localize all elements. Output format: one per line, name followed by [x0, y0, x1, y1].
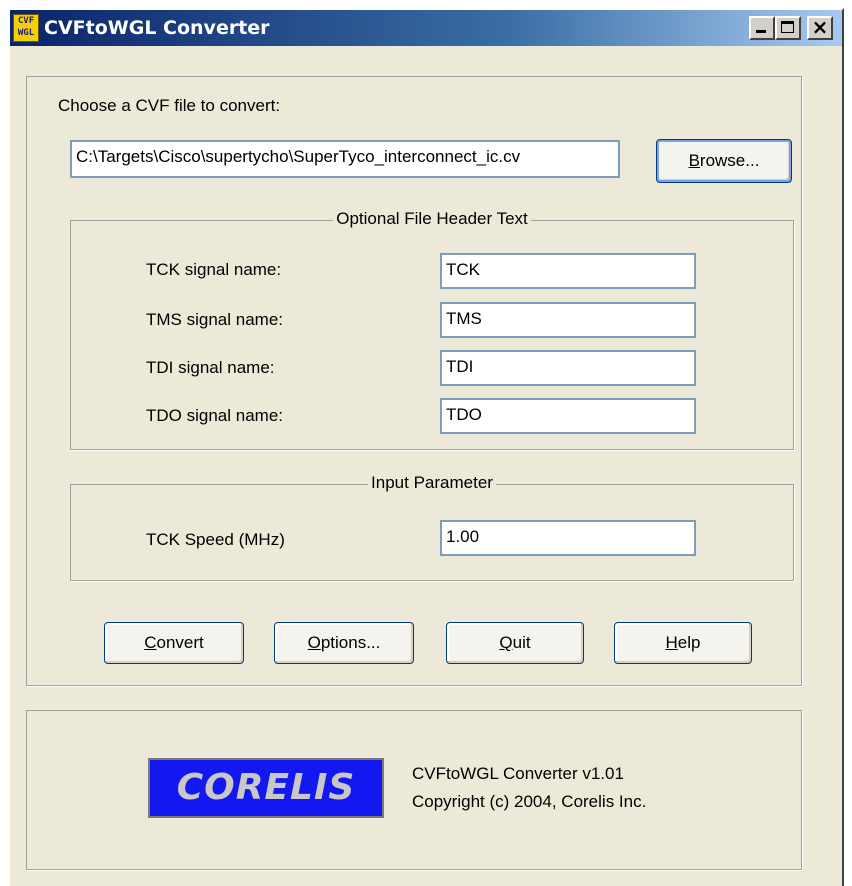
tck-speed-input[interactable]: 1.00 — [440, 520, 696, 556]
help-label: elp — [677, 633, 701, 652]
help-accel: H — [665, 633, 678, 652]
title-bar[interactable]: CVF WGL CVFtoWGL Converter × — [10, 10, 842, 46]
maximize-icon — [781, 21, 794, 33]
minimize-icon — [756, 30, 766, 33]
browse-button[interactable]: Browse... — [656, 139, 792, 183]
corelis-logo: CORELIS — [148, 758, 384, 818]
input-parameter-legend-text: Input Parameter — [368, 473, 496, 492]
about-frame — [26, 710, 802, 870]
tck-signal-input[interactable]: TCK — [440, 253, 696, 289]
app-icon: CVF WGL — [13, 14, 39, 42]
convert-label: onvert — [156, 633, 204, 652]
browse-label: rowse... — [699, 151, 760, 170]
version-text: CVFtoWGL Converter v1.01 — [412, 764, 624, 783]
tdi-signal-label: TDI signal name: — [146, 358, 275, 377]
input-parameter-legend: Input Parameter — [71, 473, 793, 493]
quit-accel: Q — [499, 633, 513, 652]
close-icon: × — [811, 15, 829, 39]
quit-label: uit — [512, 633, 531, 652]
tck-speed-label: TCK Speed (MHz) — [146, 530, 285, 549]
optional-header-legend-text: Optional File Header Text — [333, 209, 531, 228]
help-button[interactable]: Help — [614, 622, 752, 664]
minimize-button[interactable] — [749, 16, 775, 40]
app-icon-text-top: CVF — [17, 16, 35, 26]
options-button[interactable]: Options... — [274, 622, 414, 664]
file-path-input[interactable]: C:\Targets\Cisco\supertycho\SuperTyco_in… — [70, 140, 620, 178]
tdo-signal-label: TDO signal name: — [146, 406, 283, 425]
convert-button[interactable]: Convert — [104, 622, 244, 664]
options-label: ptions... — [320, 633, 381, 652]
tms-signal-input[interactable]: TMS — [440, 302, 696, 338]
convert-accel: C — [144, 633, 157, 652]
file-prompt-label: Choose a CVF file to convert: — [58, 96, 281, 115]
maximize-button[interactable] — [775, 16, 801, 40]
quit-button[interactable]: Quit — [446, 622, 584, 664]
tdo-signal-input[interactable]: TDO — [440, 398, 696, 434]
tdi-signal-input[interactable]: TDI — [440, 350, 696, 386]
tms-signal-label: TMS signal name: — [146, 310, 283, 329]
copyright-text: Copyright (c) 2004, Corelis Inc. — [412, 792, 647, 811]
optional-header-legend: Optional File Header Text — [71, 209, 793, 229]
window-title: CVFtoWGL Converter — [44, 17, 270, 39]
tck-signal-label: TCK signal name: — [146, 260, 282, 279]
close-button[interactable]: × — [807, 15, 833, 40]
app-icon-text-bottom: WGL — [17, 28, 35, 38]
browse-accel: B — [688, 151, 700, 170]
options-accel: O — [307, 633, 321, 652]
